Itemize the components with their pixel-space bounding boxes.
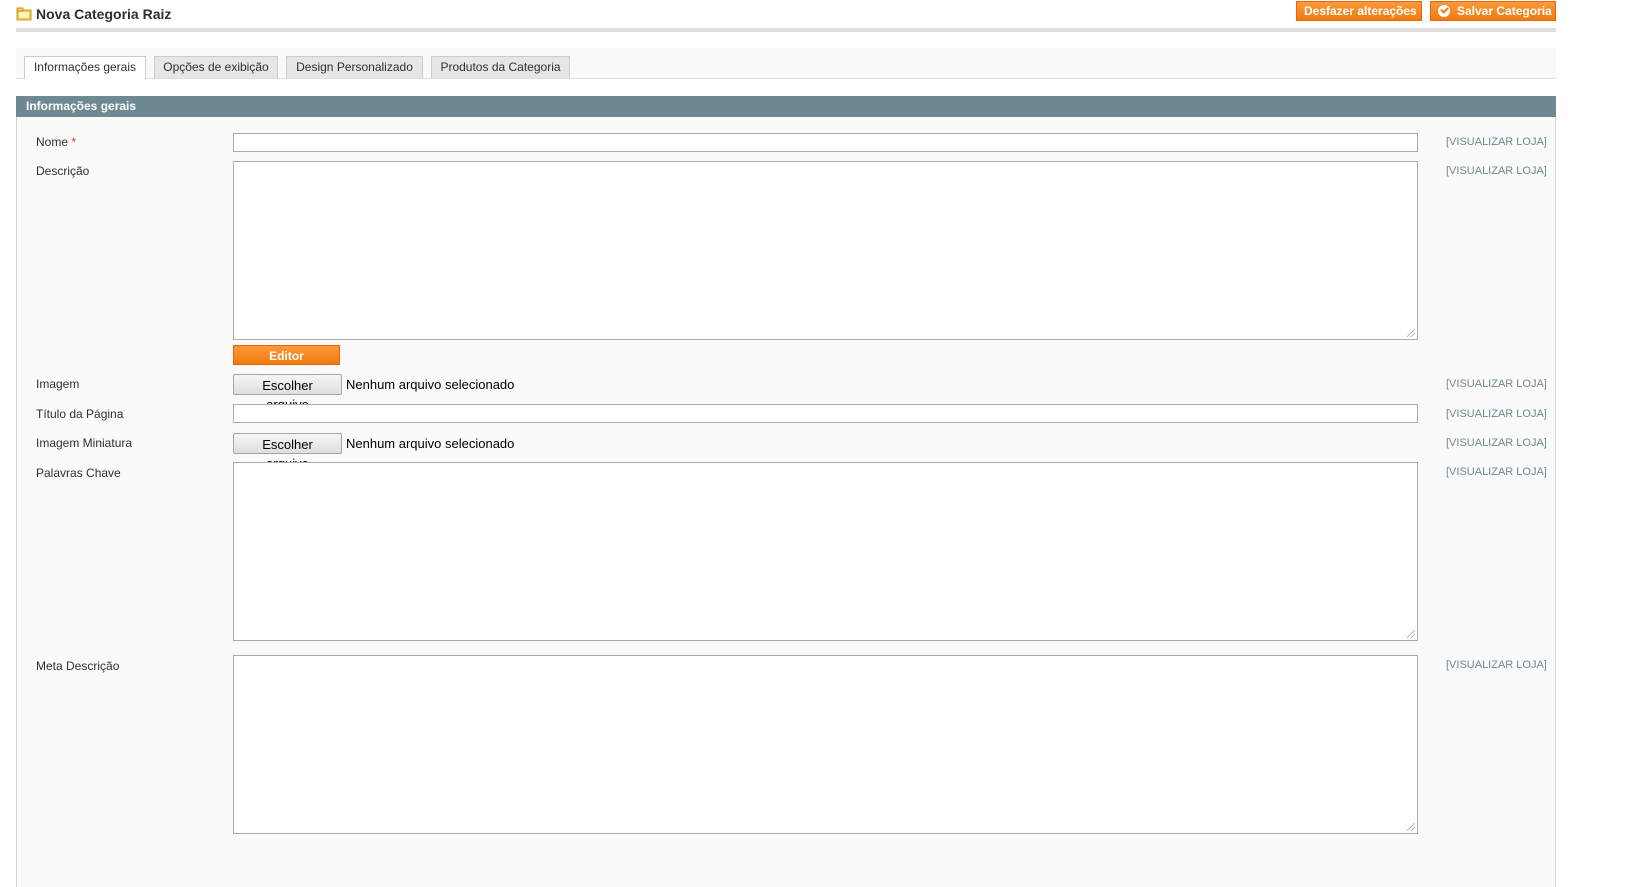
undo-changes-button[interactable]: Desfazer alterações	[1296, 1, 1422, 21]
tab-design-personalizado[interactable]: Design Personalizado	[286, 56, 423, 78]
save-category-label: Salvar Categoria	[1457, 4, 1552, 18]
save-category-button[interactable]: Salvar Categoria	[1430, 1, 1556, 21]
folder-icon	[16, 7, 32, 21]
tab-informacoes-gerais[interactable]: Informações gerais	[24, 56, 146, 79]
titulo-pagina-label: Título da Página	[36, 407, 124, 421]
descricao-scope: [VISUALIZAR LOJA]	[1446, 165, 1547, 177]
descricao-label: Descrição	[36, 164, 90, 178]
section-header: Informações gerais	[16, 96, 1556, 117]
nome-scope: [VISUALIZAR LOJA]	[1446, 136, 1547, 148]
palavras-chave-scope: [VISUALIZAR LOJA]	[1446, 466, 1547, 478]
resize-grip-icon[interactable]	[1407, 329, 1415, 337]
imagem-miniatura-label: Imagem Miniatura	[36, 436, 133, 450]
required-mark: *	[71, 135, 77, 149]
check-circle-icon	[1438, 5, 1450, 17]
imagem-scope: [VISUALIZAR LOJA]	[1446, 378, 1547, 390]
meta-descricao-label: Meta Descrição	[36, 659, 120, 673]
titulo-pagina-scope: [VISUALIZAR LOJA]	[1446, 408, 1547, 420]
imagem-miniatura-file-button[interactable]: Escolher arquivo	[233, 433, 342, 471]
imagem-miniatura-scope: [VISUALIZAR LOJA]	[1446, 437, 1547, 449]
meta-descricao-textarea[interactable]	[233, 655, 1418, 834]
nome-input[interactable]	[233, 133, 1418, 152]
advanced-editor-button[interactable]: Editor Avançado	[233, 345, 340, 381]
resize-grip-icon[interactable]	[1407, 823, 1415, 831]
tab-produtos-categoria[interactable]: Produtos da Categoria	[431, 56, 570, 78]
titulo-pagina-input[interactable]	[233, 404, 1418, 423]
palavras-chave-label: Palavras Chave	[36, 466, 121, 480]
meta-descricao-scope: [VISUALIZAR LOJA]	[1446, 659, 1547, 671]
imagem-file-status: Nenhum arquivo selecionado	[346, 377, 515, 392]
tab-opcoes-exibicao[interactable]: Opções de exibição	[154, 56, 278, 78]
descricao-textarea[interactable]	[233, 161, 1418, 340]
palavras-chave-textarea[interactable]	[233, 462, 1418, 641]
imagem-label: Imagem	[36, 377, 80, 391]
resize-grip-icon[interactable]	[1407, 630, 1415, 638]
nome-label: Nome *	[36, 135, 77, 149]
page-title: Nova Categoria Raiz	[36, 6, 172, 22]
imagem-miniatura-file-status: Nenhum arquivo selecionado	[346, 436, 515, 451]
tabs-bar: Informações gerais Opções de exibição De…	[16, 48, 1556, 79]
imagem-file-button[interactable]: Escolher arquivo	[233, 374, 342, 412]
